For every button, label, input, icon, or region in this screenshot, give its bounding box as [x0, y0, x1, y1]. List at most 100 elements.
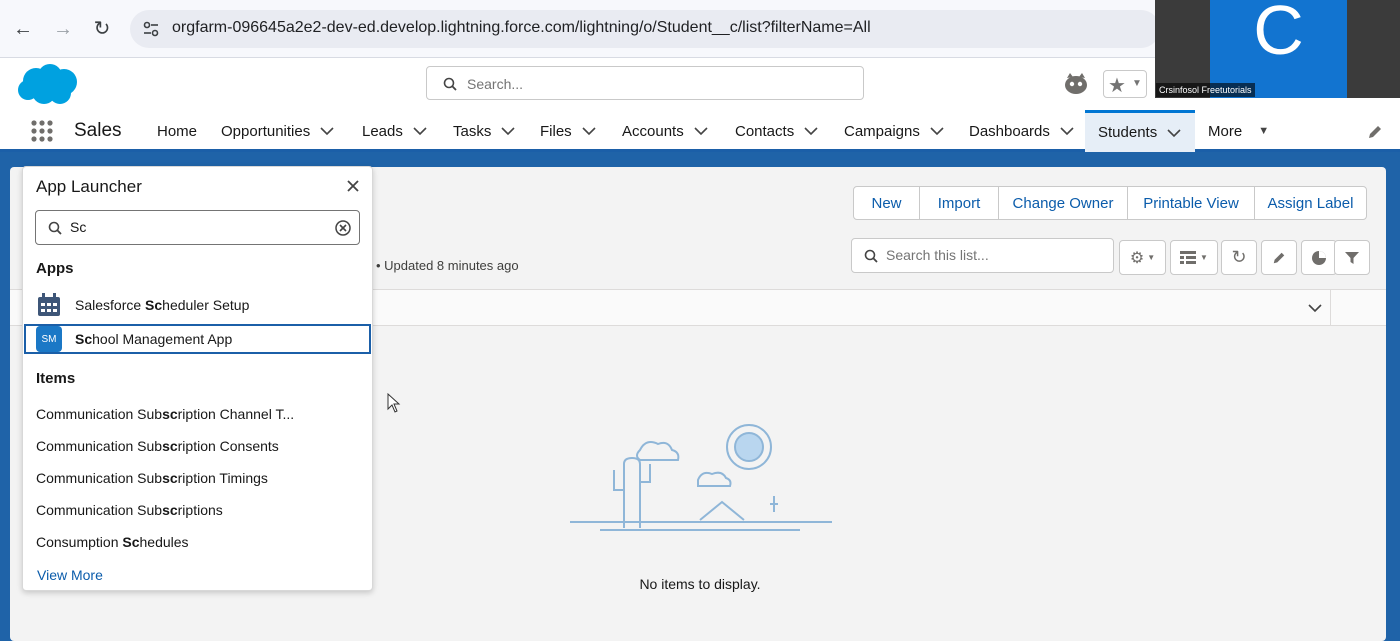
app-launcher-search[interactable]	[35, 210, 360, 245]
change-owner-button[interactable]: Change Owner	[998, 186, 1128, 220]
calendar-icon	[38, 293, 60, 316]
nav-item-files[interactable]: Files	[540, 110, 596, 152]
list-search[interactable]	[851, 238, 1114, 273]
item-row[interactable]: Communication Subscriptions	[36, 502, 223, 518]
filter-button[interactable]	[1334, 240, 1370, 275]
label-text: Communication Sub	[36, 406, 163, 422]
global-search[interactable]	[426, 66, 864, 100]
chevron-down-icon[interactable]	[501, 126, 515, 136]
close-icon[interactable]	[344, 177, 362, 195]
edit-list-button[interactable]	[1261, 240, 1297, 275]
forward-icon[interactable]: →	[50, 16, 76, 42]
chevron-down-icon[interactable]	[694, 126, 708, 136]
edit-nav-icon[interactable]	[1367, 124, 1383, 140]
caret-down-icon: ▼	[1258, 125, 1270, 137]
printable-view-button[interactable]: Printable View	[1127, 186, 1255, 220]
label-match: sc	[162, 470, 178, 486]
nav-item-campaigns[interactable]: Campaigns	[844, 110, 944, 152]
app-launcher-search-input[interactable]	[70, 219, 330, 235]
nav-item-contacts[interactable]: Contacts	[735, 110, 818, 152]
app-badge: SM	[36, 326, 62, 352]
label-match: sc	[162, 502, 178, 518]
chevron-down-icon[interactable]	[582, 126, 596, 136]
column-divider	[1330, 290, 1331, 325]
caret-down-icon: ▼	[1147, 253, 1156, 262]
nav-item-dashboards[interactable]: Dashboards	[969, 110, 1074, 152]
url-text: orgfarm-096645a2e2-dev-ed.develop.lightn…	[172, 19, 871, 36]
assign-label-button[interactable]: Assign Label	[1254, 186, 1367, 220]
label-text: ription Channel T...	[177, 406, 295, 422]
label-text: heduler Setup	[162, 297, 250, 313]
nav-label: Opportunities	[221, 122, 311, 140]
pie-chart-icon	[1312, 250, 1326, 265]
app-row-salesforce-scheduler-setup[interactable]: Salesforce Scheduler Setup	[24, 290, 371, 320]
filter-icon	[1345, 251, 1359, 264]
search-icon	[443, 77, 457, 91]
chevron-down-icon[interactable]	[413, 126, 427, 136]
caret-down-icon: ▼	[1200, 253, 1208, 262]
item-row[interactable]: Communication Subscription Consents	[36, 438, 279, 454]
label-text: hool Management App	[92, 331, 233, 347]
nav-label: Students	[1098, 124, 1158, 141]
label-match: sc	[162, 406, 178, 422]
nav-label: Files	[540, 122, 572, 140]
app-launcher-icon[interactable]	[30, 119, 54, 143]
chevron-down-icon[interactable]	[930, 126, 944, 136]
label-text: ription Timings	[177, 470, 268, 486]
label-match: Sc	[75, 331, 93, 347]
refresh-icon: ↻	[1231, 247, 1247, 267]
participant-name: Crsinfosol Freetutorials	[1156, 83, 1255, 97]
chevron-down-icon[interactable]	[804, 126, 818, 136]
item-row[interactable]: Consumption Schedules	[36, 534, 189, 550]
chevron-down-icon[interactable]	[1308, 303, 1322, 313]
favorites-button[interactable]: ★ ▼	[1103, 70, 1147, 98]
refresh-button[interactable]: ↻	[1221, 240, 1257, 275]
nav-item-opportunities[interactable]: Opportunities	[221, 110, 334, 152]
item-row[interactable]: Communication Subscription Channel T...	[36, 406, 294, 422]
items-heading: Items	[36, 370, 76, 387]
address-bar[interactable]: orgfarm-096645a2e2-dev-ed.develop.lightn…	[130, 10, 1160, 48]
chevron-down-icon: ▼	[1132, 78, 1142, 89]
nav-item-students[interactable]: Students	[1085, 110, 1195, 152]
view-more-link[interactable]: View More	[37, 567, 103, 583]
pencil-icon	[1273, 252, 1285, 263]
label-text: hedules	[139, 534, 189, 550]
nav-item-leads[interactable]: Leads	[362, 110, 427, 152]
app-row-school-management-app[interactable]: SM School Management App	[24, 324, 371, 354]
app-name: Sales	[74, 120, 122, 141]
avatar-letter: C	[1253, 0, 1304, 69]
new-button[interactable]: New	[853, 186, 920, 220]
back-icon[interactable]: ←	[10, 16, 36, 42]
nav-label: Campaigns	[844, 122, 920, 140]
charts-button[interactable]	[1301, 240, 1337, 275]
site-info-icon[interactable]	[142, 20, 160, 38]
label-match: Sc	[122, 534, 140, 550]
apps-heading: Apps	[36, 260, 74, 277]
salesforce-logo[interactable]	[16, 61, 80, 107]
desert-illustration	[570, 424, 832, 531]
nav-label: More	[1208, 122, 1243, 140]
chevron-down-icon[interactable]	[1167, 128, 1181, 138]
nav-item-accounts[interactable]: Accounts	[622, 110, 708, 152]
nav-item-more[interactable]: More ▼	[1208, 110, 1269, 152]
label-text: Communication Sub	[36, 502, 163, 518]
einstein-icon[interactable]	[1063, 72, 1089, 96]
chevron-down-icon[interactable]	[1060, 126, 1074, 136]
clear-icon[interactable]	[335, 220, 351, 236]
nav-item-home[interactable]: Home	[157, 110, 197, 152]
label-match: Sc	[145, 297, 163, 313]
label-text: ription Consents	[177, 438, 279, 454]
star-icon: ★	[1108, 75, 1126, 97]
reload-icon[interactable]: ↻	[89, 16, 115, 42]
chevron-down-icon[interactable]	[320, 126, 334, 136]
app-launcher-title: App Launcher	[36, 177, 142, 196]
item-row[interactable]: Communication Subscription Timings	[36, 470, 268, 486]
import-button[interactable]: Import	[919, 186, 999, 220]
label-text: Consumption	[36, 534, 123, 550]
nav-item-tasks[interactable]: Tasks	[453, 110, 515, 152]
list-settings-button[interactable]: ⚙ ▼	[1119, 240, 1166, 275]
list-search-input[interactable]	[886, 247, 1106, 263]
global-search-input[interactable]	[467, 74, 847, 94]
search-icon	[48, 221, 62, 235]
display-as-button[interactable]: ▼	[1170, 240, 1218, 275]
